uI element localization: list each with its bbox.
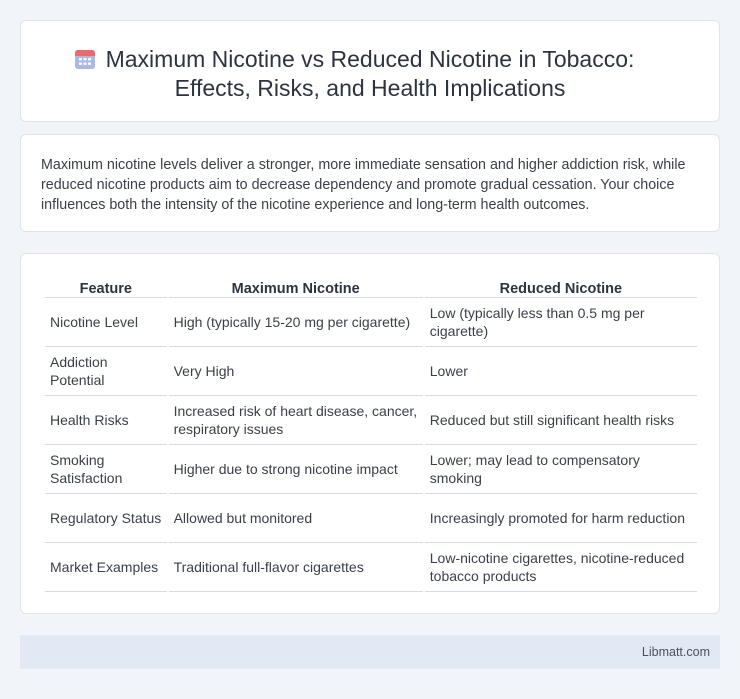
table-header-row: Feature Maximum Nicotine Reduced Nicotin…: [45, 276, 697, 298]
feature-cell: Nicotine Level: [45, 298, 167, 347]
reduced-cell: Lower: [424, 347, 697, 396]
feature-cell: Smoking Satisfaction: [45, 445, 167, 494]
title-card: Maximum Nicotine vs Reduced Nicotine in …: [20, 20, 720, 122]
header-feature: Feature: [45, 276, 167, 298]
summary-text: Maximum nicotine levels deliver a strong…: [41, 157, 686, 213]
footer-site-link[interactable]: Libmatt.com: [642, 645, 710, 659]
header-maximum-nicotine: Maximum Nicotine: [168, 276, 423, 298]
reduced-cell: Low (typically less than 0.5 mg per ciga…: [424, 298, 697, 347]
header-reduced-nicotine: Reduced Nicotine: [424, 276, 697, 298]
table-row: Smoking Satisfaction Higher due to stron…: [45, 445, 697, 494]
table-row: Market Examples Traditional full-flavor …: [45, 543, 697, 592]
feature-cell: Regulatory Status: [45, 494, 167, 543]
maximum-cell: Increased risk of heart disease, cancer,…: [168, 396, 423, 445]
maximum-cell: Very High: [168, 347, 423, 396]
footer: Libmatt.com: [20, 635, 720, 669]
comparison-table: Feature Maximum Nicotine Reduced Nicotin…: [43, 276, 699, 592]
reduced-cell: Increasingly promoted for harm reduction: [424, 494, 697, 543]
table-row: Nicotine Level High (typically 15-20 mg …: [45, 298, 697, 347]
maximum-cell: Allowed but monitored: [168, 494, 423, 543]
reduced-cell: Lower; may lead to compensatory smoking: [424, 445, 697, 494]
summary-card: Maximum nicotine levels deliver a strong…: [20, 134, 720, 232]
feature-cell: Market Examples: [45, 543, 167, 592]
reduced-cell: Reduced but still significant health ris…: [424, 396, 697, 445]
title-line-2: Effects, Risks, and Health Implications: [174, 75, 566, 101]
table-row: Health Risks Increased risk of heart dis…: [45, 396, 697, 445]
page-title: Maximum Nicotine vs Reduced Nicotine in …: [21, 45, 719, 103]
maximum-cell: Traditional full-flavor cigarettes: [168, 543, 423, 592]
maximum-cell: Higher due to strong nicotine impact: [168, 445, 423, 494]
maximum-cell: High (typically 15-20 mg per cigarette): [168, 298, 423, 347]
feature-cell: Health Risks: [45, 396, 167, 445]
table-row: Regulatory Status Allowed but monitored …: [45, 494, 697, 543]
feature-cell: Addiction Potential: [45, 347, 167, 396]
table-row: Addiction Potential Very High Lower: [45, 347, 697, 396]
title-line-1: Maximum Nicotine vs Reduced Nicotine in …: [105, 46, 635, 72]
reduced-cell: Low-nicotine cigarettes, nicotine-reduce…: [424, 543, 697, 592]
comparison-table-card: Feature Maximum Nicotine Reduced Nicotin…: [20, 253, 720, 614]
